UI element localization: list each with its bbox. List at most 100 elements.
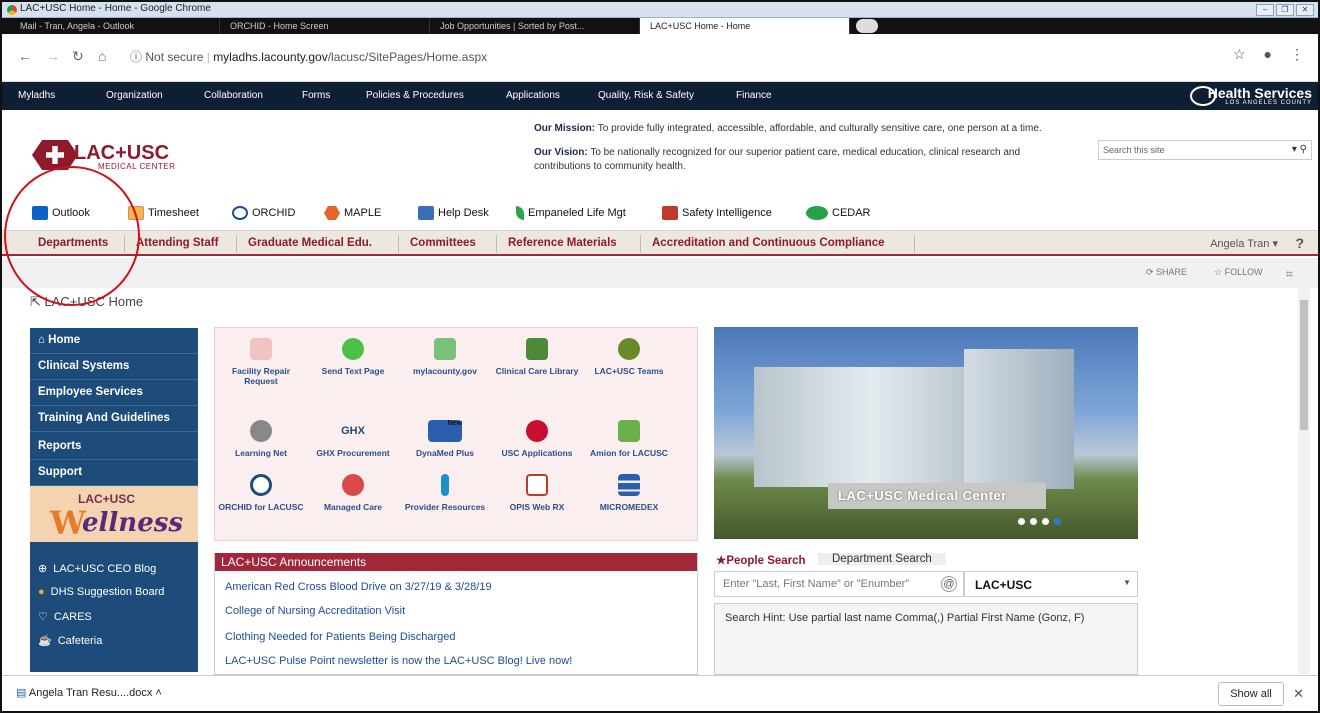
- download-item[interactable]: ▤ Angela Tran Resu....docx ˄: [16, 686, 162, 699]
- tab-department-search[interactable]: Department Search: [818, 553, 946, 565]
- help-icon[interactable]: ?: [1295, 235, 1304, 251]
- follow-button[interactable]: ☆ FOLLOW: [1214, 267, 1263, 278]
- carousel-dot[interactable]: [1042, 518, 1049, 525]
- url-field[interactable]: ⓘ Not secure | myladhs.lacounty.gov/lacu…: [130, 48, 487, 65]
- search-icon[interactable]: ▾ ⚲: [1292, 144, 1307, 155]
- leftnav-reports[interactable]: Reports: [30, 434, 198, 460]
- topnav-applications[interactable]: Applications: [506, 90, 560, 101]
- close-window-button[interactable]: ✕: [1296, 4, 1314, 16]
- app-provider-resources[interactable]: Provider Resources: [399, 474, 491, 512]
- app-lacusc-teams[interactable]: LAC+USC Teams: [583, 338, 675, 376]
- health-services-logo[interactable]: Health Services LOS ANGELES COUNTY: [1182, 85, 1312, 109]
- carousel-dot[interactable]: [1018, 518, 1025, 525]
- quicklink-safety[interactable]: Safety Intelligence: [662, 206, 772, 220]
- menu-dots-icon[interactable]: ⋮: [1290, 46, 1304, 63]
- minimize-button[interactable]: –: [1256, 4, 1274, 16]
- at-icon[interactable]: @: [941, 576, 957, 592]
- app-dynamed-plus[interactable]: New DynaMed Plus: [399, 420, 491, 458]
- topnav-organization[interactable]: Organization: [106, 90, 163, 101]
- people-search-input[interactable]: Enter "Last, First Name" or "Enumber" @: [714, 571, 964, 597]
- app-managed-care[interactable]: Managed Care: [307, 474, 399, 512]
- close-download-bar-icon[interactable]: ✕: [1293, 686, 1304, 702]
- app-learning-net[interactable]: Learning Net: [215, 420, 307, 458]
- leftnav-home[interactable]: ⌂ Home: [30, 328, 198, 354]
- app-facility-repair[interactable]: Facility Repair Request: [215, 338, 307, 386]
- scrollbar-thumb[interactable]: [1300, 300, 1308, 430]
- heart-icon: ♡: [38, 611, 48, 623]
- shield-icon: [662, 206, 678, 220]
- tab-people-search[interactable]: ★People Search: [716, 553, 806, 567]
- quicklink-helpdesk[interactable]: Help Desk: [418, 206, 489, 220]
- carousel-dot-active[interactable]: [1054, 518, 1061, 525]
- tab-attending-staff[interactable]: Attending Staff: [136, 237, 218, 249]
- topnav-quality[interactable]: Quality, Risk & Safety: [598, 90, 694, 101]
- calendar-icon: [434, 338, 456, 360]
- app-amion[interactable]: Amion for LACUSC: [583, 420, 675, 458]
- announcement-link[interactable]: American Red Cross Blood Drive on 3/27/1…: [225, 581, 492, 593]
- quicklink-empaneled[interactable]: Empaneled Life Mgt: [516, 206, 626, 220]
- reload-icon[interactable]: ↻: [72, 48, 84, 65]
- forward-icon[interactable]: →: [46, 48, 60, 64]
- library-icon: [526, 338, 548, 360]
- cafeteria-icon: ☕: [38, 635, 52, 647]
- link-suggestion-board[interactable]: ● DHS Suggestion Board: [38, 586, 164, 598]
- hero-photo-carousel[interactable]: LAC+USC Medical Center: [714, 327, 1138, 539]
- maximize-button[interactable]: ❐: [1276, 4, 1294, 16]
- app-clinical-care-library[interactable]: Clinical Care Library: [491, 338, 583, 376]
- wellness-banner[interactable]: LAC+USC W ellness: [30, 486, 198, 542]
- home-icon[interactable]: ⌂: [98, 48, 106, 64]
- profile-icon[interactable]: ●: [1264, 46, 1272, 63]
- app-orchid-lacusc[interactable]: ORCHID for LACUSC: [215, 474, 307, 512]
- announcement-link[interactable]: Clothing Needed for Patients Being Disch…: [225, 631, 456, 643]
- user-menu[interactable]: Angela Tran ▾: [1210, 237, 1278, 250]
- quicklink-orchid[interactable]: ORCHID: [232, 206, 295, 220]
- chrome-icon: [7, 5, 17, 15]
- carousel-dot[interactable]: [1030, 518, 1037, 525]
- browser-tab[interactable]: Mail - Tran, Angela - Outlook: [10, 18, 220, 34]
- leftnav-employee-services[interactable]: Employee Services: [30, 380, 198, 406]
- tab-committees[interactable]: Committees: [410, 237, 476, 249]
- app-usc-applications[interactable]: USC Applications: [491, 420, 583, 458]
- leftnav-clinical-systems[interactable]: Clinical Systems: [30, 354, 198, 380]
- page-scrollbar[interactable]: [1298, 288, 1310, 674]
- quicklink-maple[interactable]: MAPLE: [324, 206, 381, 220]
- quicklink-timesheet[interactable]: Timesheet: [128, 206, 199, 220]
- show-all-button[interactable]: Show all: [1218, 682, 1284, 706]
- tab-reference-materials[interactable]: Reference Materials: [508, 237, 617, 249]
- facility-select[interactable]: LAC+USC ▼: [964, 571, 1138, 597]
- announcement-link[interactable]: LAC+USC Pulse Point newsletter is now th…: [225, 655, 572, 667]
- topnav-collaboration[interactable]: Collaboration: [204, 90, 263, 101]
- bookmark-star-icon[interactable]: ☆: [1233, 46, 1246, 63]
- app-opis-web-rx[interactable]: OPIS Web RX: [491, 474, 583, 512]
- app-ghx-procurement[interactable]: GHX GHX Procurement: [307, 420, 399, 458]
- topnav-forms[interactable]: Forms: [302, 90, 330, 101]
- tab-graduate-medical-edu[interactable]: Graduate Medical Edu.: [248, 237, 372, 249]
- window-title-bar: LAC+USC Home - Home - Google Chrome – ❐ …: [2, 2, 1318, 18]
- focus-content-icon[interactable]: ⌗: [1286, 267, 1293, 282]
- app-send-text-page[interactable]: Send Text Page: [307, 338, 399, 376]
- link-ceo-blog[interactable]: ⊕ LAC+USC CEO Blog: [38, 562, 156, 576]
- topnav-policies[interactable]: Policies & Procedures: [366, 90, 464, 101]
- quicklink-cedar[interactable]: CEDAR: [806, 206, 871, 220]
- app-mylacounty[interactable]: mylacounty.gov: [399, 338, 491, 376]
- trojan-icon: [526, 420, 548, 442]
- new-tab-button[interactable]: [856, 19, 878, 33]
- app-micromedex[interactable]: MICROMEDEX: [583, 474, 675, 512]
- leftnav-support[interactable]: Support: [30, 460, 198, 486]
- browser-tab[interactable]: ORCHID - Home Screen: [220, 18, 430, 34]
- teams-icon: [618, 338, 640, 360]
- browser-tab[interactable]: Job Opportunities | Sorted by Post...: [430, 18, 640, 34]
- share-button[interactable]: ⟳ SHARE: [1146, 267, 1187, 278]
- announcement-link[interactable]: College of Nursing Accreditation Visit: [225, 605, 405, 617]
- browser-window: LAC+USC Home - Home - Google Chrome – ❐ …: [0, 0, 1320, 713]
- info-icon[interactable]: ⓘ: [130, 50, 142, 64]
- link-cafeteria[interactable]: ☕ Cafeteria: [38, 634, 102, 648]
- leftnav-training[interactable]: Training And Guidelines: [30, 406, 198, 432]
- tab-accreditation[interactable]: Accreditation and Continuous Compliance: [652, 237, 885, 249]
- topnav-myladhs[interactable]: Myladhs: [18, 90, 55, 101]
- browser-tab-active[interactable]: LAC+USC Home - Home: [640, 18, 850, 34]
- topnav-finance[interactable]: Finance: [736, 90, 772, 101]
- back-icon[interactable]: ←: [18, 48, 32, 64]
- site-search-input[interactable]: Search this site ▾ ⚲: [1098, 140, 1312, 160]
- link-cares[interactable]: ♡ CARES: [38, 610, 92, 624]
